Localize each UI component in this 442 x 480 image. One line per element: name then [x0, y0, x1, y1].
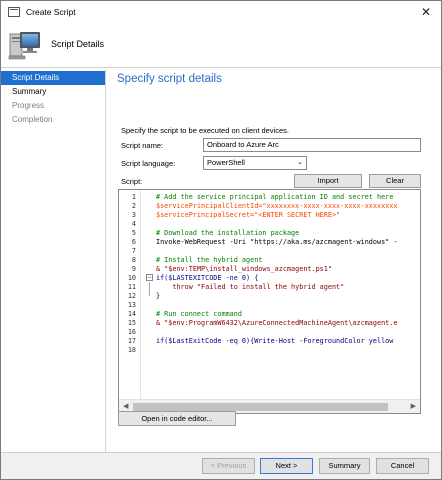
- import-button[interactable]: Import: [294, 174, 362, 188]
- line-number: 12: [127, 292, 136, 300]
- line-number: 8: [131, 256, 136, 264]
- line-number: 3: [131, 211, 136, 219]
- code-token: & "$env:ProgramW6432\AzureConnectedMachi…: [156, 319, 398, 327]
- line-number: 10: [127, 274, 136, 282]
- line-number: 9: [131, 265, 136, 273]
- main-content: Specify script details Specify the scrip…: [107, 69, 441, 452]
- next-button[interactable]: Next >: [260, 458, 313, 474]
- code-line: & "$env:TEMP\install_windows_azcmagent.p…: [156, 265, 332, 274]
- line-number: 5: [131, 229, 136, 237]
- code-token: # Add the service principal application …: [156, 193, 394, 201]
- computer-script-icon: [8, 32, 40, 60]
- wizard-footer: < Previous Next > Summary Cancel: [1, 452, 441, 479]
- scrollbar-thumb[interactable]: [133, 403, 388, 411]
- line-number: 16: [127, 328, 136, 336]
- close-button[interactable]: ✕: [411, 1, 441, 23]
- line-number: 14: [127, 310, 136, 318]
- line-number: 13: [127, 301, 136, 309]
- create-script-window: Create Script ✕ Script Details Script De…: [0, 0, 442, 480]
- nav-item-script-details[interactable]: Script Details: [1, 71, 105, 85]
- summary-button[interactable]: Summary: [319, 458, 370, 474]
- line-number: 6: [131, 238, 136, 246]
- code-token: }: [156, 292, 161, 300]
- script-editor[interactable]: 1 2 3 4 5 6 7 8 9 10 11 12 13 14 15 16 1…: [118, 189, 421, 414]
- chevron-down-icon: ⌄: [297, 159, 303, 166]
- open-code-editor-button[interactable]: Open in code editor...: [118, 411, 236, 426]
- code-token: # Run connect command: [156, 310, 242, 318]
- code-line: Invoke-WebRequest -Uri "https://aka.ms/a…: [156, 238, 397, 247]
- code-token: $servicePrincipalClientId="xxxxxxxx-xxxx…: [156, 202, 398, 210]
- scroll-left-icon[interactable]: ◀: [123, 402, 128, 410]
- code-line: throw "Failed to install the hybrid agen…: [156, 283, 344, 292]
- previous-button[interactable]: < Previous: [202, 458, 255, 474]
- scroll-right-icon[interactable]: ▶: [411, 402, 416, 410]
- line-number: 11: [127, 283, 136, 291]
- code-token: throw "Failed to install the hybrid agen…: [156, 283, 345, 291]
- nav-item-summary[interactable]: Summary: [1, 85, 105, 99]
- code-token: if($LastExitCode -eq 0){Write-Host -Fore…: [156, 337, 394, 345]
- code-line: $servicePrincipalClientId="xxxxxxxx-xxxx…: [156, 202, 397, 211]
- fold-collapse-icon[interactable]: −: [146, 274, 153, 281]
- code-token: Invoke-WebRequest -Uri "https://aka.ms/a…: [156, 238, 398, 246]
- code-line: # Download the installation package: [156, 229, 299, 238]
- fold-guide-line: [149, 282, 150, 296]
- script-language-select[interactable]: PowerShell ⌄: [203, 156, 307, 170]
- line-number: 4: [131, 220, 136, 228]
- nav-item-progress: Progress: [12, 101, 45, 110]
- page-heading: Specify script details: [117, 73, 222, 85]
- line-number: 7: [131, 247, 136, 255]
- code-line: # Install the hybrid agent: [156, 256, 262, 265]
- line-number-gutter: 1 2 3 4 5 6 7 8 9 10 11 12 13 14 15 16 1…: [119, 190, 141, 399]
- script-name-label: Script name:: [121, 141, 164, 150]
- script-label: Script:: [121, 177, 143, 186]
- code-line: $servicePrincipalSecret="<ENTER SECRET H…: [156, 211, 340, 220]
- code-line: if($LASTEXITCODE -ne 0) {: [156, 274, 258, 283]
- title-bar: Create Script ✕: [1, 1, 441, 23]
- line-number: 15: [127, 319, 136, 327]
- code-line: # Add the service principal application …: [156, 193, 393, 202]
- clear-button[interactable]: Clear: [369, 174, 421, 188]
- code-line: }: [156, 292, 160, 301]
- code-line: if($LastExitCode -eq 0){Write-Host -Fore…: [156, 337, 393, 346]
- wizard-nav: Script Details Summary Progress Completi…: [1, 69, 106, 452]
- nav-item-completion: Completion: [12, 115, 53, 124]
- script-name-input[interactable]: Onboard to Azure Arc: [203, 138, 421, 152]
- script-language-label: Script language:: [121, 159, 176, 168]
- code-token: # Install the hybrid agent: [156, 256, 263, 264]
- code-line: & "$env:ProgramW6432\AzureConnectedMachi…: [156, 319, 397, 328]
- line-number: 1: [131, 193, 136, 201]
- line-number: 18: [127, 346, 136, 354]
- code-line: # Run connect command: [156, 310, 242, 319]
- code-token: & "$env:TEMP\install_windows_azcmagent.p…: [156, 265, 332, 273]
- instruction-text: Specify the script to be executed on cli…: [121, 126, 290, 135]
- code-token: $servicePrincipalSecret="<ENTER SECRET H…: [156, 211, 341, 219]
- window-icon: [8, 7, 20, 17]
- code-token: # Download the installation package: [156, 229, 300, 237]
- line-number: 2: [131, 202, 136, 210]
- window-title: Create Script: [26, 7, 76, 17]
- code-token: if($LASTEXITCODE -ne 0) {: [156, 274, 259, 282]
- header-title: Script Details: [51, 39, 105, 49]
- wizard-header: Script Details: [1, 23, 441, 68]
- cancel-button[interactable]: Cancel: [376, 458, 429, 474]
- line-number: 17: [127, 337, 136, 345]
- script-language-value: PowerShell: [207, 158, 245, 167]
